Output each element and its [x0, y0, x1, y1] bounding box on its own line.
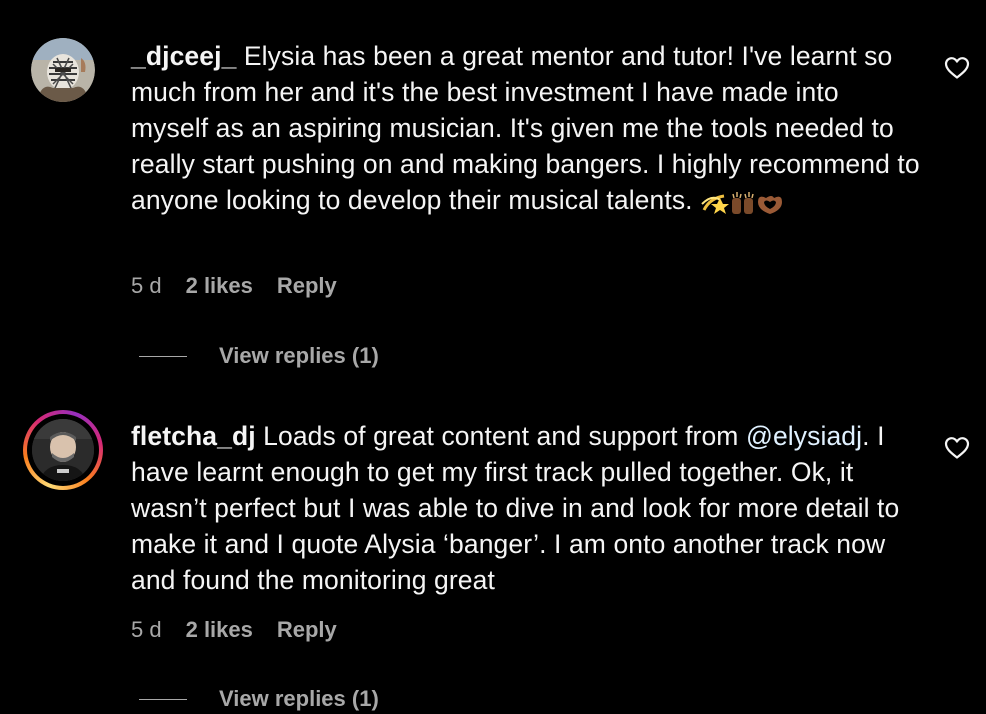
comment-timestamp: 5 d [131, 617, 162, 642]
comment-meta: 5 d 2 likes Reply [131, 272, 337, 300]
like-heart-icon[interactable] [944, 56, 970, 80]
divider-line [139, 699, 187, 700]
comment-timestamp: 5 d [131, 273, 162, 298]
reply-button[interactable]: Reply [277, 616, 337, 644]
dizzy-emoji-icon [701, 194, 730, 214]
avatar-ring-gap [27, 414, 99, 486]
emoji-sparkle-hands-heart-icon [700, 189, 784, 215]
heart-hands-emoji-icon [758, 196, 783, 214]
comment-username[interactable]: fletcha_dj [131, 421, 256, 451]
comment-text: _djceej_ Elysia has been a great mentor … [131, 38, 921, 218]
raised-hands-emoji-icon [732, 192, 754, 214]
comment-meta: 5 d 2 likes Reply [131, 616, 337, 644]
avatar [32, 419, 94, 481]
divider-line [139, 356, 187, 357]
view-replies-label: View replies (1) [219, 343, 379, 368]
comment-username[interactable]: _djceej_ [131, 41, 236, 71]
avatar-story-ring[interactable] [23, 410, 103, 490]
comment-text: fletcha_dj Loads of great content and su… [131, 418, 921, 598]
view-replies-label: View replies (1) [219, 686, 379, 711]
avatar[interactable] [31, 38, 95, 102]
comment-likes[interactable]: 2 likes [186, 272, 253, 300]
avatar-photo-icon [31, 38, 95, 102]
reply-button[interactable]: Reply [277, 272, 337, 300]
avatar-photo-icon [32, 419, 94, 481]
comment-likes[interactable]: 2 likes [186, 616, 253, 644]
comment-body-part-1: Loads of great content and support from [255, 421, 746, 451]
mention-link[interactable]: @elysiadj [746, 421, 862, 451]
comment-body: Elysia has been a great mentor and tutor… [131, 41, 920, 215]
like-heart-icon[interactable] [944, 436, 970, 460]
